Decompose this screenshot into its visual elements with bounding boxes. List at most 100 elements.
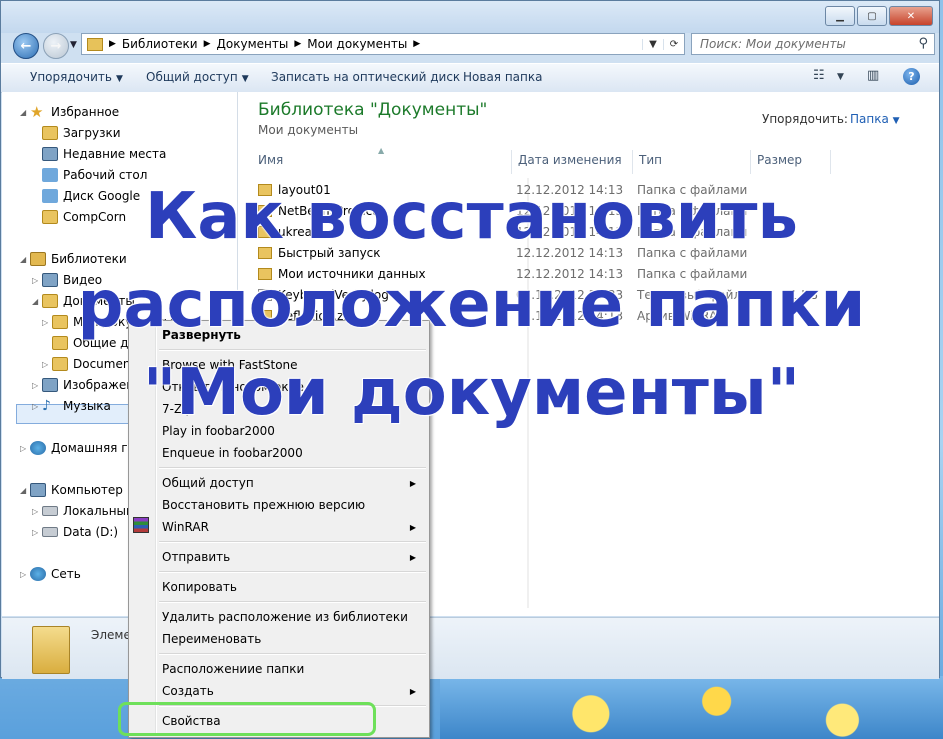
command-bar: Упорядочить ▼ Общий доступ ▼ Записать на о… bbox=[1, 63, 939, 93]
drive-c-icon bbox=[42, 506, 58, 516]
nav-data-disk[interactable]: ▷ Data (D:) bbox=[32, 522, 118, 542]
nav-label: Data (D:) bbox=[63, 525, 119, 539]
wallpaper-flowers bbox=[440, 676, 943, 739]
column-header-date[interactable]: Дата изменения bbox=[512, 150, 633, 174]
new-folder-label: Новая папка bbox=[463, 70, 543, 84]
arrange-value: Папка bbox=[850, 112, 889, 126]
submenu-arrow-icon: ▶ bbox=[409, 686, 416, 696]
expand-icon[interactable]: ▷ bbox=[32, 528, 42, 537]
breadcrumb-libraries[interactable]: Библиотеки bbox=[122, 37, 198, 51]
nav-recent[interactable]: Недавние места bbox=[42, 144, 166, 164]
share-label: Общий доступ bbox=[146, 70, 238, 84]
overlay-title-line-1: Как восстановить bbox=[145, 180, 798, 254]
minimize-button[interactable]: ▁ bbox=[825, 6, 855, 26]
title-bar: ▁ ▢ ✕ bbox=[1, 1, 939, 33]
menu-item-rename[interactable]: Переименовать bbox=[162, 629, 424, 649]
close-button[interactable]: ✕ bbox=[889, 6, 933, 26]
view-dropdown-icon[interactable]: ▼ bbox=[837, 72, 844, 82]
collapse-icon[interactable]: ◢ bbox=[20, 486, 30, 495]
overlay-title-line-2: расположение папки bbox=[77, 268, 866, 342]
nav-network[interactable]: ▷ Сеть bbox=[20, 564, 81, 584]
chevron-right-icon[interactable]: ▶ bbox=[294, 39, 301, 49]
menu-item-remove-location[interactable]: Удалить расположение из библиотеки bbox=[162, 607, 424, 627]
network-icon bbox=[30, 567, 46, 581]
menu-separator bbox=[159, 653, 426, 655]
search-input[interactable]: Поиск: Мои документы ⚲ bbox=[691, 33, 935, 55]
menu-separator bbox=[159, 541, 426, 543]
menu-item-copy[interactable]: Копировать bbox=[162, 577, 424, 597]
expand-icon[interactable]: ▷ bbox=[20, 444, 30, 453]
chevron-right-icon[interactable]: ▶ bbox=[204, 39, 211, 49]
nav-label: Сеть bbox=[51, 567, 81, 581]
nav-computer[interactable]: ◢ Компьютер bbox=[20, 480, 123, 500]
collapse-icon[interactable]: ◢ bbox=[20, 108, 30, 117]
view-options-icon[interactable]: ☷ bbox=[813, 68, 825, 83]
preview-pane-icon[interactable]: ▥ bbox=[867, 68, 879, 83]
libraries-icon bbox=[30, 252, 46, 266]
menu-separator bbox=[159, 571, 426, 573]
nav-label: Избранное bbox=[51, 105, 120, 119]
menu-label: WinRAR bbox=[162, 520, 209, 534]
menu-item-send-to[interactable]: Отправить ▶ bbox=[162, 547, 424, 567]
recent-pages-dropdown[interactable]: ▼ bbox=[70, 40, 77, 50]
menu-separator bbox=[159, 601, 426, 603]
new-folder-button[interactable]: Новая папка bbox=[463, 70, 542, 84]
refresh-icon[interactable]: ⟳ bbox=[663, 38, 684, 50]
window-controls: ▁ ▢ ✕ bbox=[823, 6, 933, 26]
chevron-right-icon[interactable]: ▶ bbox=[109, 39, 116, 49]
recent-places-icon bbox=[42, 147, 58, 161]
column-header-size[interactable]: Размер bbox=[751, 150, 831, 174]
column-header-type[interactable]: Тип bbox=[633, 150, 751, 174]
expand-icon[interactable]: ▷ bbox=[20, 570, 30, 579]
drive-d-icon bbox=[42, 527, 58, 537]
menu-item-winrar[interactable]: WinRAR ▶ bbox=[162, 517, 424, 537]
library-title: Библиотека "Документы" bbox=[258, 100, 488, 120]
column-header-name[interactable]: Имя bbox=[252, 150, 512, 174]
burn-button[interactable]: Записать на оптический диск bbox=[271, 70, 460, 84]
caret-down-icon: ▼ bbox=[115, 74, 123, 84]
address-bar[interactable]: ▶ Библиотеки ▶ Документы ▶ Мои документы… bbox=[81, 33, 685, 55]
help-icon[interactable]: ? bbox=[903, 68, 920, 85]
downloads-folder-icon bbox=[42, 126, 58, 140]
menu-item-restore[interactable]: Восстановить прежнюю версию bbox=[162, 495, 424, 515]
menu-label: Создать bbox=[162, 684, 214, 698]
arrange-by-label: Упорядочить: bbox=[762, 112, 848, 126]
computer-icon bbox=[30, 483, 46, 497]
breadcrumb-documents[interactable]: Документы bbox=[217, 37, 289, 51]
menu-item-enqueue-foobar[interactable]: Enqueue in foobar2000 bbox=[162, 443, 424, 463]
history-dropdown-icon[interactable]: ▼ bbox=[642, 38, 663, 50]
submenu-arrow-icon: ▶ bbox=[409, 552, 416, 562]
burn-label: Записать на оптический диск bbox=[271, 70, 461, 84]
arrange-by-dropdown[interactable]: Папка ▼ bbox=[850, 112, 900, 126]
menu-separator bbox=[159, 349, 426, 351]
navigation-bar: ← → ▼ ▶ Библиотеки ▶ Документы ▶ Мои док… bbox=[1, 31, 939, 61]
menu-item-create[interactable]: Создать ▶ bbox=[162, 681, 424, 701]
caret-down-icon: ▼ bbox=[892, 116, 900, 126]
winrar-icon bbox=[133, 517, 149, 533]
nav-downloads[interactable]: Загрузки bbox=[42, 123, 121, 143]
back-button[interactable]: ← bbox=[13, 33, 39, 59]
share-button[interactable]: Общий доступ ▼ bbox=[146, 70, 249, 84]
expand-icon[interactable]: ▷ bbox=[32, 507, 42, 516]
forward-button[interactable]: → bbox=[43, 33, 69, 59]
menu-separator bbox=[159, 467, 426, 469]
maximize-button[interactable]: ▢ bbox=[857, 6, 887, 26]
breadcrumb-my-documents[interactable]: Мои документы bbox=[307, 37, 407, 51]
menu-item-open-location[interactable]: Расположениие папки bbox=[162, 659, 424, 679]
folder-icon bbox=[87, 37, 103, 51]
organize-label: Упорядочить bbox=[30, 70, 112, 84]
star-icon: ★ bbox=[30, 103, 44, 121]
nav-label: Недавние места bbox=[63, 147, 167, 161]
nav-favorites[interactable]: ◢ ★ Избранное bbox=[20, 102, 119, 122]
library-subtitle: Мои документы bbox=[258, 123, 359, 137]
organize-button[interactable]: Упорядочить ▼ bbox=[30, 70, 123, 84]
collapse-icon[interactable]: ◢ bbox=[20, 255, 30, 264]
documents-library-large-icon bbox=[32, 626, 70, 674]
search-icon[interactable]: ⚲ bbox=[918, 36, 928, 51]
submenu-arrow-icon: ▶ bbox=[409, 478, 416, 488]
overlay-title-line-3: "Мои документы" bbox=[142, 356, 801, 430]
chevron-right-icon[interactable]: ▶ bbox=[413, 39, 420, 49]
nav-label: Компьютер bbox=[51, 483, 123, 497]
menu-item-share[interactable]: Общий доступ ▶ bbox=[162, 473, 424, 493]
menu-label: Общий доступ bbox=[162, 476, 254, 490]
